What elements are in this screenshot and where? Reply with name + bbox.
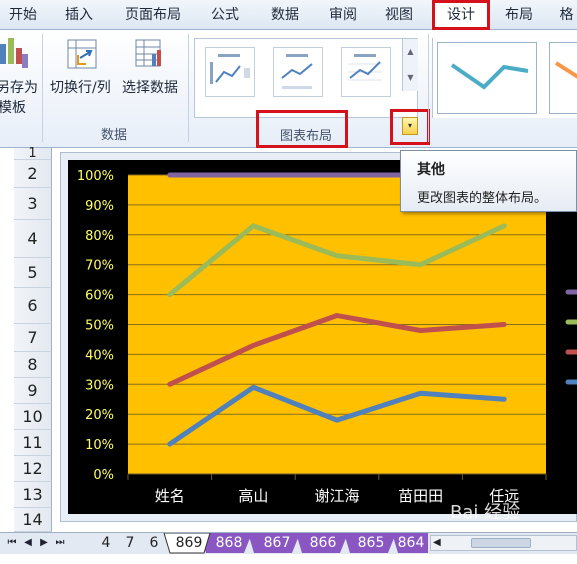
- ribbon-tab-bar: 开始 插入 页面布局 公式 数据 审阅 视图 设计 布局 格: [0, 0, 577, 30]
- row-header[interactable]: 11: [14, 430, 52, 456]
- save-template-label-1[interactable]: 另存为: [0, 78, 38, 98]
- x-category-label: 苗田田: [398, 487, 443, 505]
- y-tick-label: 40%: [85, 348, 114, 363]
- chart-layout-gallery: ▲ ▼: [194, 38, 418, 118]
- x-category-label: 高山: [238, 487, 268, 505]
- tooltip: 其他 更改图表的整体布局。: [400, 150, 577, 212]
- select-data-button[interactable]: 选择数据: [122, 78, 178, 98]
- row-header[interactable]: 8: [14, 352, 52, 378]
- tab-page-layout[interactable]: 页面布局: [120, 4, 186, 26]
- switch-row-col-button[interactable]: 切换行/列: [50, 78, 111, 98]
- chart-layout-group-highlight: [256, 110, 348, 148]
- x-category-label: 姓名: [155, 487, 185, 505]
- y-tick-label: 50%: [85, 319, 114, 334]
- sheet-tab[interactable]: 866: [306, 533, 340, 553]
- chart-layout-option[interactable]: [273, 47, 323, 97]
- row-header[interactable]: 14: [14, 508, 52, 532]
- chart-area[interactable]: 0% 10% 20% 30% 40% 50% 60% 70% 80% 90% 100% 姓名 高山 谢江海…: [68, 160, 577, 514]
- tab-insert[interactable]: 插入: [60, 4, 98, 26]
- switch-row-col-icon[interactable]: [66, 38, 98, 70]
- tab-view[interactable]: 视图: [380, 4, 418, 26]
- sheet-tab-bar: ⏮ ◀ ▶ ⏭ 4 7 6 869 868 867 866 865 864 ◀: [0, 532, 577, 554]
- watermark: Bai 经验: [450, 502, 521, 523]
- y-tick-label: 60%: [85, 289, 114, 304]
- row-header[interactable]: 3: [14, 188, 52, 220]
- tab-review[interactable]: 审阅: [324, 4, 362, 26]
- y-tick-label: 80%: [85, 229, 114, 244]
- sheet-tab[interactable]: 4: [96, 533, 116, 553]
- row-header[interactable]: 10: [14, 404, 52, 430]
- sheet-tab[interactable]: 864: [394, 533, 428, 553]
- sheet-tab[interactable]: 868: [212, 533, 246, 553]
- row-header[interactable]: 13: [14, 482, 52, 508]
- select-data-icon[interactable]: [134, 38, 166, 70]
- save-template-icon[interactable]: [0, 36, 28, 72]
- chart-layout-option[interactable]: [205, 47, 255, 97]
- y-tick-label: 30%: [85, 378, 114, 393]
- save-template-label-2[interactable]: 模板: [0, 98, 26, 118]
- tab-format[interactable]: 格: [556, 4, 577, 26]
- y-tick-label: 20%: [85, 408, 114, 423]
- horizontal-scrollbar[interactable]: ◀: [430, 535, 577, 551]
- chart-style-option[interactable]: [549, 42, 577, 114]
- x-category-label: 谢江海: [314, 487, 359, 505]
- tab-formulas[interactable]: 公式: [206, 4, 244, 26]
- status-strip: [0, 554, 577, 564]
- sheet-tab[interactable]: 867: [260, 533, 294, 553]
- line-chart[interactable]: 0% 10% 20% 30% 40% 50% 60% 70% 80% 90% 100% 姓名 高山 谢江海…: [68, 160, 577, 514]
- expand-more-icon: ▾: [402, 117, 418, 135]
- scroll-thumb[interactable]: [471, 538, 531, 548]
- gallery-more-button[interactable]: ▾: [390, 109, 430, 145]
- tab-design[interactable]: 设计: [432, 0, 490, 30]
- row-header[interactable]: 2: [14, 160, 52, 188]
- row-header[interactable]: 4: [14, 220, 52, 258]
- sheet-tab[interactable]: 7: [120, 533, 140, 553]
- sheet-tab[interactable]: 865: [354, 533, 388, 553]
- tooltip-title: 其他: [417, 162, 445, 178]
- tab-layout[interactable]: 布局: [500, 4, 538, 26]
- y-tick-label: 90%: [85, 199, 114, 214]
- tab-home[interactable]: 开始: [4, 4, 42, 26]
- group-separator: [42, 34, 43, 142]
- scroll-left-icon[interactable]: ◀: [433, 536, 441, 550]
- row-header[interactable]: 7: [14, 324, 52, 352]
- row-header[interactable]: 12: [14, 456, 52, 482]
- y-tick-label: 70%: [85, 259, 114, 274]
- sheet-tab-active[interactable]: 869: [172, 533, 206, 553]
- row-header[interactable]: 9: [14, 378, 52, 404]
- y-tick-label: 100%: [77, 169, 114, 184]
- tooltip-body: 更改图表的整体布局。: [417, 191, 548, 206]
- row-header[interactable]: 6: [14, 288, 52, 324]
- group-separator: [428, 34, 429, 142]
- chart-layout-option[interactable]: [341, 47, 391, 97]
- row-header[interactable]: 1: [14, 147, 52, 160]
- group-separator: [188, 34, 189, 142]
- gallery-scroll-up-button[interactable]: ▲: [402, 39, 418, 65]
- row-header[interactable]: 5: [14, 258, 52, 288]
- gallery-scroll-down-button[interactable]: ▼: [402, 65, 418, 91]
- group-label-data: 数据: [101, 128, 128, 143]
- chart-style-gallery: [432, 38, 577, 118]
- chart-style-option[interactable]: [437, 42, 537, 114]
- sheet-tab[interactable]: 6: [144, 533, 164, 553]
- y-tick-label: 10%: [85, 438, 114, 453]
- tab-data[interactable]: 数据: [266, 4, 304, 26]
- y-tick-label: 0%: [93, 468, 114, 483]
